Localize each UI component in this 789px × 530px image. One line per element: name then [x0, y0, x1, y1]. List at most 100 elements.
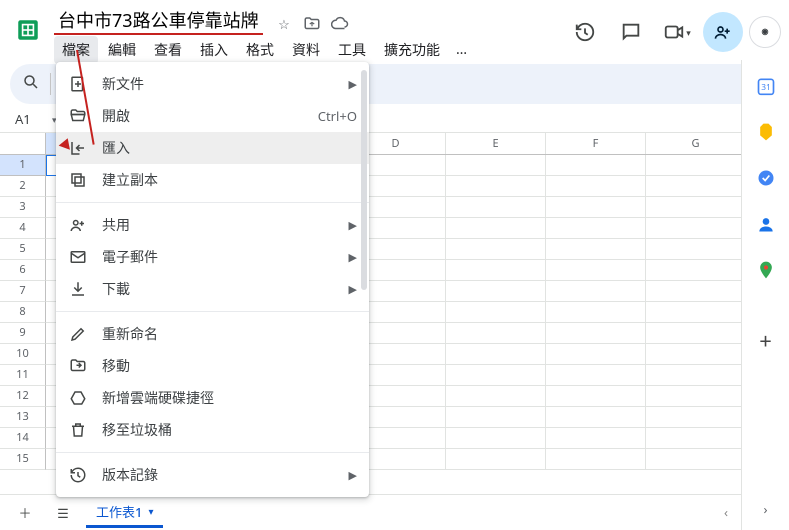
cell[interactable] — [446, 176, 546, 197]
row-header[interactable]: 4 — [0, 218, 46, 239]
calendar-icon[interactable]: 31 — [756, 76, 776, 96]
row-header[interactable]: 2 — [0, 176, 46, 197]
cell[interactable] — [546, 239, 646, 260]
cell[interactable] — [446, 302, 546, 323]
cell[interactable] — [446, 323, 546, 344]
search-menus-icon[interactable] — [22, 73, 40, 96]
cell[interactable] — [446, 281, 546, 302]
row-header[interactable]: 7 — [0, 281, 46, 302]
doc-title[interactable]: 台中市73路公車停靠站牌 — [54, 6, 263, 34]
cell[interactable] — [546, 281, 646, 302]
cell[interactable] — [546, 344, 646, 365]
row-header[interactable]: 14 — [0, 428, 46, 449]
cell[interactable] — [546, 407, 646, 428]
cell[interactable] — [646, 302, 746, 323]
menu-tools[interactable]: 工具 — [330, 36, 374, 64]
col-header-E[interactable]: E — [446, 133, 546, 154]
row-header[interactable]: 15 — [0, 449, 46, 470]
row-header[interactable]: 6 — [0, 260, 46, 281]
menu-item-move[interactable]: 移動 — [56, 350, 369, 382]
meet-icon[interactable]: ▾ — [657, 12, 697, 52]
cell[interactable] — [646, 155, 746, 176]
cell[interactable] — [646, 197, 746, 218]
menu-item-open[interactable]: 開啟Ctrl+O — [56, 100, 369, 132]
menu-item-download[interactable]: 下載▶ — [56, 273, 369, 305]
account-avatar[interactable]: ◉ — [749, 16, 781, 48]
cell[interactable] — [546, 260, 646, 281]
cell[interactable] — [446, 407, 546, 428]
cell[interactable] — [546, 428, 646, 449]
sheet-tab-active[interactable]: 工作表1▾ — [86, 498, 163, 528]
cell[interactable] — [646, 449, 746, 470]
menu-format[interactable]: 格式 — [238, 36, 282, 64]
move-to-folder-icon[interactable] — [302, 14, 322, 34]
cell[interactable] — [546, 218, 646, 239]
contacts-icon[interactable] — [756, 214, 776, 234]
cell[interactable] — [646, 344, 746, 365]
row-header[interactable]: 9 — [0, 323, 46, 344]
col-header-G[interactable]: G — [646, 133, 746, 154]
sheet-tab-menu-icon[interactable]: ▾ — [148, 504, 153, 518]
menu-item-trash[interactable]: 移至垃圾桶 — [56, 414, 369, 446]
menu-item-copy[interactable]: 建立副本 — [56, 164, 369, 196]
menu-extensions[interactable]: 擴充功能 — [376, 36, 448, 64]
cell[interactable] — [446, 239, 546, 260]
cell[interactable] — [446, 386, 546, 407]
col-header-F[interactable]: F — [546, 133, 646, 154]
select-all-corner[interactable] — [0, 133, 46, 154]
share-button[interactable] — [703, 12, 743, 52]
star-icon[interactable]: ☆ — [274, 14, 294, 34]
row-header[interactable]: 10 — [0, 344, 46, 365]
cell[interactable] — [446, 218, 546, 239]
menu-item-share[interactable]: 共用▶ — [56, 209, 369, 241]
menu-more[interactable]: … — [450, 36, 473, 64]
menu-edit[interactable]: 編輯 — [100, 36, 144, 64]
maps-icon[interactable] — [756, 260, 776, 280]
cloud-status-icon[interactable] — [330, 14, 350, 34]
menu-item-new-doc[interactable]: 新文件▶ — [56, 68, 369, 100]
menu-item-import[interactable]: 匯入 — [56, 132, 369, 164]
comments-icon[interactable] — [611, 12, 651, 52]
cell[interactable] — [646, 218, 746, 239]
cell[interactable] — [646, 176, 746, 197]
cell[interactable] — [446, 449, 546, 470]
cell[interactable] — [646, 323, 746, 344]
row-header[interactable]: 8 — [0, 302, 46, 323]
cell[interactable] — [646, 386, 746, 407]
menu-item-drive-shortcut[interactable]: 新增雲端硬碟捷徑 — [56, 382, 369, 414]
row-header[interactable]: 12 — [0, 386, 46, 407]
cell[interactable] — [646, 260, 746, 281]
cell[interactable] — [546, 176, 646, 197]
menu-item-rename[interactable]: 重新命名 — [56, 318, 369, 350]
explore-icon[interactable]: ‹ — [711, 494, 741, 530]
add-sheet-button[interactable]: ＋ — [10, 498, 40, 528]
row-header[interactable]: 1 — [0, 155, 46, 176]
cell[interactable] — [646, 428, 746, 449]
row-header[interactable]: 3 — [0, 197, 46, 218]
menu-item-history[interactable]: 版本記錄▶ — [56, 459, 369, 491]
menu-scrollbar[interactable] — [361, 70, 367, 489]
row-header[interactable]: 5 — [0, 239, 46, 260]
cell[interactable] — [546, 449, 646, 470]
tasks-icon[interactable] — [756, 168, 776, 188]
menu-view[interactable]: 查看 — [146, 36, 190, 64]
all-sheets-button[interactable]: ☰ — [48, 498, 78, 528]
cell[interactable] — [446, 428, 546, 449]
cell[interactable] — [646, 407, 746, 428]
menu-data[interactable]: 資料 — [284, 36, 328, 64]
cell[interactable] — [446, 344, 546, 365]
cell[interactable] — [546, 365, 646, 386]
cell[interactable] — [546, 323, 646, 344]
menu-item-email[interactable]: 電子郵件▶ — [56, 241, 369, 273]
cell[interactable] — [446, 197, 546, 218]
cell[interactable] — [546, 386, 646, 407]
cell[interactable] — [446, 260, 546, 281]
cell[interactable] — [446, 365, 546, 386]
row-header[interactable]: 11 — [0, 365, 46, 386]
row-header[interactable]: 13 — [0, 407, 46, 428]
version-history-icon[interactable] — [565, 12, 605, 52]
cell[interactable] — [646, 365, 746, 386]
cell[interactable] — [546, 155, 646, 176]
hide-side-panel-icon[interactable]: › — [763, 500, 767, 518]
cell[interactable] — [546, 197, 646, 218]
